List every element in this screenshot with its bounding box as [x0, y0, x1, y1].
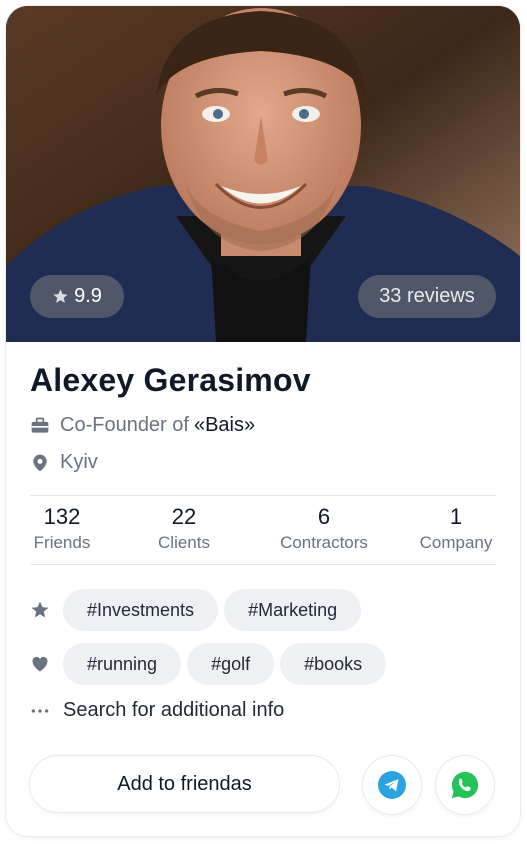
rating-value: 9.9: [74, 285, 102, 307]
profile-name: Alexey Gerasimov: [30, 362, 311, 398]
star-icon: [31, 601, 49, 618]
stat-value: 1: [449, 504, 463, 529]
search-more-info[interactable]: Search for additional info: [30, 699, 284, 722]
dots-icon: [31, 708, 49, 713]
heart-icon: [32, 656, 48, 672]
stat-value: 22: [171, 504, 197, 529]
telegram-icon: [378, 771, 406, 799]
telegram-button[interactable]: [363, 756, 421, 814]
tag-investments[interactable]: #Investments: [63, 589, 219, 631]
stat-contractors[interactable]: 6 Contractors: [272, 505, 376, 553]
more-info-text: Search for additional info: [63, 699, 285, 721]
divider-bottom: [30, 564, 496, 565]
company-link[interactable]: «Bais»: [194, 414, 255, 437]
profile-card: 9.9 33 reviews Alexey Gerasimov Co-Found…: [6, 6, 520, 836]
stat-company[interactable]: 1 Company: [410, 505, 502, 553]
whatsapp-button[interactable]: [436, 756, 494, 814]
stat-label: Contractors: [280, 533, 368, 552]
star-icon: [53, 289, 68, 303]
stat-label: Company: [419, 533, 493, 552]
whatsapp-icon: [451, 771, 479, 799]
stat-value: 132: [43, 504, 81, 529]
hobby-tags-row: #running #golf #books: [30, 643, 392, 685]
add-friend-button[interactable]: Add to friendas: [30, 756, 339, 812]
city-text: Kyiv: [60, 451, 98, 473]
stat-value: 6: [317, 504, 331, 529]
tag-running[interactable]: #running: [63, 643, 182, 685]
reviews-badge[interactable]: 33 reviews: [358, 275, 496, 318]
tag-marketing[interactable]: #Marketing: [224, 589, 362, 631]
role-row: Co-Founder of «Bais»: [30, 414, 255, 437]
location-row: Kyiv: [30, 451, 98, 474]
stat-friends[interactable]: 132 Friends: [20, 505, 104, 553]
reviews-count: 33 reviews: [379, 285, 475, 307]
tag-golf[interactable]: #golf: [187, 643, 275, 685]
divider-top: [30, 495, 496, 496]
stat-label: Clients: [158, 533, 210, 552]
profile-photo: 9.9 33 reviews: [6, 6, 520, 342]
role-text: Co-Founder of: [60, 414, 189, 436]
rating-badge: 9.9: [30, 275, 124, 318]
briefcase-icon: [31, 417, 49, 433]
stat-clients[interactable]: 22 Clients: [144, 505, 224, 553]
tag-books[interactable]: #books: [280, 643, 387, 685]
professional-tags-row: #Investments #Marketing: [30, 589, 367, 631]
stat-label: Friends: [33, 533, 91, 552]
map-pin-icon: [33, 454, 47, 471]
